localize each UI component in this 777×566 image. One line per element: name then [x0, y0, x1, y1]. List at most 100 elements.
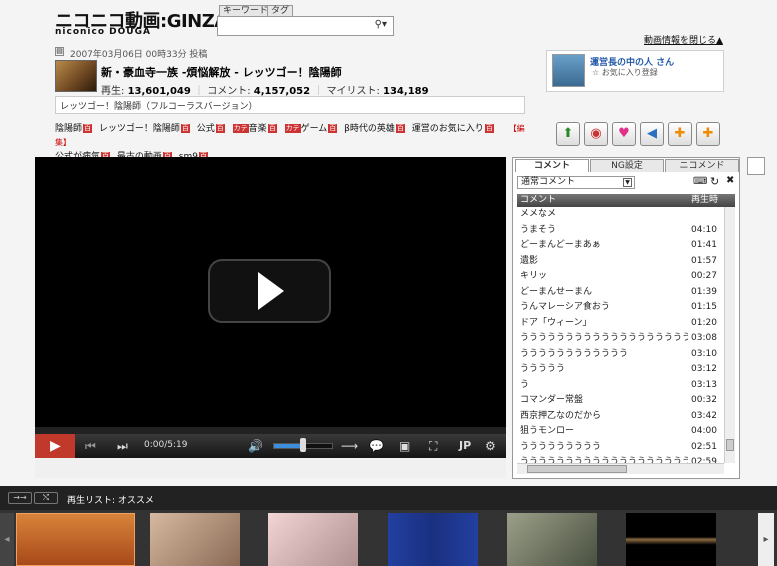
comment-row[interactable]: うんマレーシア食おう 01:15: [517, 300, 735, 316]
tag-item[interactable]: 陰陽師百: [55, 124, 93, 134]
comment-text: うまそう: [520, 224, 557, 235]
comment-time: 03:13: [691, 379, 717, 390]
refresh-icon[interactable]: ↻: [710, 175, 719, 188]
player-controls: ▶ ⏮ ⏭ 0:00/5:19 🔊 ⟶ 💬 ▣ ⛶ JP ⚙: [35, 434, 506, 458]
comment-text: キリッ: [520, 271, 548, 281]
column-time[interactable]: 再生時: [691, 194, 718, 207]
column-comment[interactable]: コメント: [520, 194, 556, 207]
time-display: 0:00/5:19: [144, 440, 188, 450]
comment-row[interactable]: うううううううううううううううううううう 03:08: [517, 331, 735, 347]
add-later-button[interactable]: ✚: [696, 122, 720, 146]
dictionary-icon[interactable]: 百: [83, 124, 93, 133]
playlist-next-icon[interactable]: ▸: [758, 513, 774, 566]
comment-toggle-icon[interactable]: 💬: [369, 437, 384, 455]
playlist-mode-icon[interactable]: →→: [8, 492, 32, 504]
playlist-thumbnail[interactable]: [388, 513, 478, 566]
comment-input-area[interactable]: [35, 458, 506, 478]
chevron-down-icon[interactable]: ▼: [623, 178, 632, 187]
comment-time: 04:00: [691, 426, 717, 436]
comment-row[interactable]: うまそう 04:10: [517, 223, 735, 239]
comment-time: 03:08: [691, 333, 717, 343]
dictionary-icon[interactable]: 百: [180, 124, 190, 133]
comment-row[interactable]: ううううう 03:12: [517, 362, 735, 378]
tag-item[interactable]: 公式百: [197, 124, 225, 134]
announce-button[interactable]: ◀: [640, 122, 664, 146]
search-input[interactable]: ⚲▾: [217, 16, 394, 36]
plus-icon: ✚: [674, 126, 686, 141]
play-icon: [258, 272, 284, 310]
comment-time: 00:32: [691, 395, 717, 405]
comment-text: うううううううううううう: [520, 348, 629, 359]
comment-list[interactable]: メメなメ うまそう 04:10 どーまんどーまあぁ 01:41 遺影 01:57 キリッ 00:…: [517, 207, 735, 463]
like-button[interactable]: ♥: [612, 122, 636, 146]
category-icon: カテ: [232, 124, 249, 133]
close-icon[interactable]: ✖: [726, 175, 734, 186]
comment-vertical-scrollbar[interactable]: [724, 207, 735, 463]
comment-row[interactable]: コマンダー常盤 00:32: [517, 393, 735, 409]
playlist-thumbnail[interactable]: [626, 513, 716, 566]
comment-horizontal-scrollbar[interactable]: [517, 463, 724, 474]
screen-size-icon[interactable]: ▣: [399, 437, 410, 455]
play-icon[interactable]: ▶: [50, 437, 61, 455]
loop-icon[interactable]: ⟶: [341, 437, 358, 455]
comment-row[interactable]: ドア「ウィーン」 01:20: [517, 316, 735, 332]
site-logo-sub: niconico DOUGA: [55, 27, 151, 37]
next-icon[interactable]: ⏭: [117, 437, 128, 455]
comment-row[interactable]: 狙うモンロー 04:00: [517, 424, 735, 440]
volume-knob[interactable]: [300, 438, 306, 452]
comment-text: メメなメ: [520, 209, 557, 219]
gear-icon[interactable]: ⚙: [485, 437, 496, 455]
comment-type-select[interactable]: 通常コメント ▼: [517, 176, 635, 189]
language-button[interactable]: JP: [459, 437, 471, 455]
keyboard-icon[interactable]: ⌨: [693, 176, 707, 187]
comment-row[interactable]: 西京押乙なのだから 03:42: [517, 409, 735, 425]
tab-nicommend[interactable]: ニコメンド: [665, 159, 739, 172]
shuffle-icon[interactable]: ⤭: [34, 492, 58, 504]
tag-item[interactable]: カテ音楽百: [232, 124, 277, 134]
volume-icon[interactable]: 🔊: [248, 437, 263, 455]
comment-text: うんマレーシア食おう: [520, 302, 610, 312]
dictionary-icon[interactable]: 百: [395, 124, 405, 133]
tab-comment[interactable]: コメント: [515, 159, 589, 172]
playlist-thumbnail[interactable]: [150, 513, 240, 566]
comment-row[interactable]: 遺影 01:57: [517, 254, 735, 270]
comment-row[interactable]: ううううううううう 02:51: [517, 440, 735, 456]
favorite-button[interactable]: ☆ お気に入り登録: [592, 67, 658, 78]
calendar-icon: ▤: [55, 47, 64, 56]
share-button[interactable]: ⬆: [556, 122, 580, 146]
nicoad-button[interactable]: ◉: [584, 122, 608, 146]
seek-bar[interactable]: [35, 427, 506, 434]
close-video-info-link[interactable]: 動画情報を閉じる▲: [644, 33, 723, 46]
playlist-thumbnail[interactable]: [507, 513, 597, 566]
comment-row[interactable]: う 03:13: [517, 378, 735, 394]
fullscreen-icon[interactable]: ⛶: [429, 437, 437, 455]
panel-toggle-checkbox[interactable]: [747, 157, 765, 175]
playlist-thumbnail[interactable]: [268, 513, 358, 566]
dictionary-icon[interactable]: 百: [267, 124, 277, 133]
dictionary-icon[interactable]: 百: [484, 124, 494, 133]
comment-row[interactable]: どーまんどーまあぁ 01:41: [517, 238, 735, 254]
add-mylist-button[interactable]: ✚: [668, 122, 692, 146]
comment-text: 狙うモンロー: [520, 426, 575, 436]
share-icon: ⬆: [562, 126, 574, 141]
comment-time: 01:57: [691, 255, 717, 266]
comment-row[interactable]: ううううううううううううううううううう 02:59: [517, 455, 735, 463]
previous-icon[interactable]: ⏮: [85, 437, 96, 455]
comment-row[interactable]: うううううううううううう 03:10: [517, 347, 735, 363]
owner-avatar[interactable]: [552, 54, 585, 87]
tag-item[interactable]: β時代の英雄百: [344, 124, 405, 134]
tag-item[interactable]: カテゲーム百: [284, 124, 338, 134]
comment-row[interactable]: どーまんせーまん 01:39: [517, 285, 735, 301]
search-icon[interactable]: ⚲▾: [375, 19, 387, 30]
tag-item[interactable]: レッツゴー！陰陽師百: [99, 124, 190, 134]
comment-row[interactable]: メメなメ: [517, 207, 735, 223]
dictionary-icon[interactable]: 百: [215, 124, 225, 133]
comment-text: 西京押乙なのだから: [520, 410, 602, 421]
playlist-prev-icon[interactable]: ◂: [0, 513, 14, 566]
dictionary-icon[interactable]: 百: [328, 124, 338, 133]
playlist-thumbnail[interactable]: [16, 513, 135, 566]
comment-row[interactable]: キリッ 00:27: [517, 269, 735, 285]
comment-text: う: [520, 379, 530, 390]
tag-item[interactable]: 運営のお気に入り百: [412, 124, 494, 134]
tab-ng-settings[interactable]: NG設定: [590, 159, 664, 172]
